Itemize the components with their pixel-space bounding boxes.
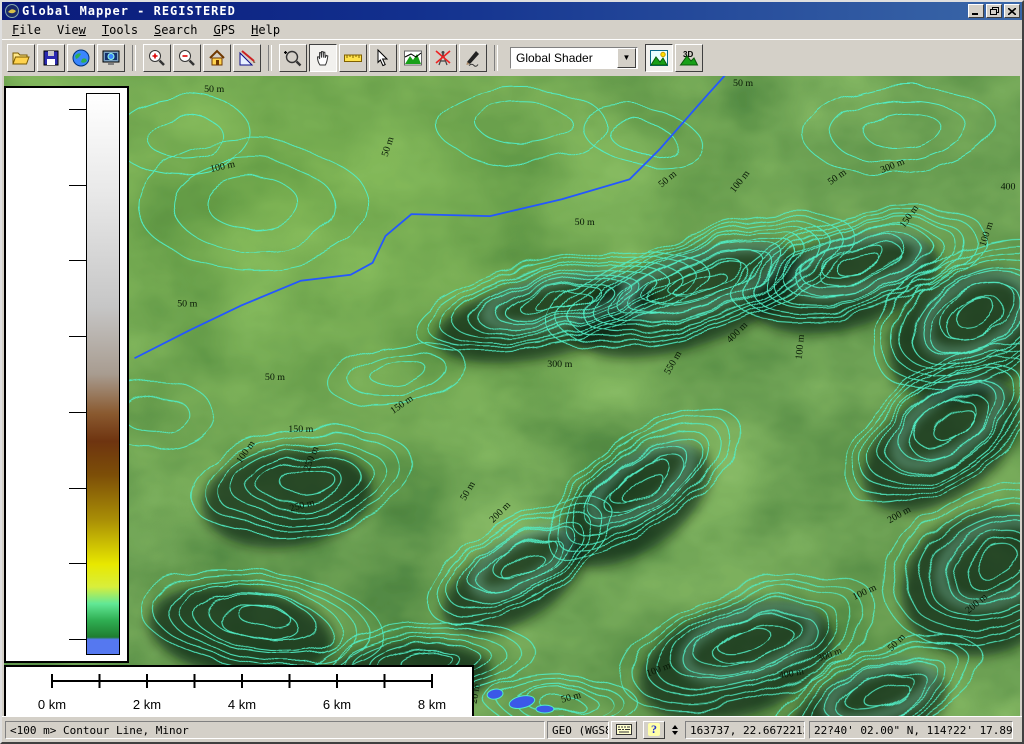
- title-bar: Global Mapper - REGISTERED: [2, 2, 1022, 20]
- contour-label: 50 m: [733, 78, 753, 89]
- open-file-button[interactable]: [7, 44, 35, 72]
- scale-bar: 0 km 2 km 4 km 6 km 8 km: [4, 665, 474, 716]
- shader-dropdown-value: Global Shader: [511, 51, 617, 65]
- feature-info-button[interactable]: [369, 44, 397, 72]
- help-icon: ?: [648, 723, 660, 736]
- magnifier-icon: [283, 48, 303, 68]
- download-online-data-button[interactable]: [67, 44, 95, 72]
- scale-bar-line: [52, 674, 432, 688]
- close-icon: [1008, 8, 1016, 15]
- display-overlays-button[interactable]: [97, 44, 125, 72]
- toolbar-separator: [268, 45, 272, 71]
- menu-bar: FileViewToolsSearchGPSHelp: [2, 20, 1022, 39]
- hand-icon: [313, 48, 333, 68]
- contour-label: 50 m: [575, 217, 595, 228]
- view-3d-button[interactable]: 3D: [675, 44, 703, 72]
- spin-up-icon[interactable]: [672, 722, 678, 729]
- latlon-field: 22?40' 02.00" N, 114?22' 17.89" E: [809, 721, 1013, 739]
- gps-antenna-icon: [433, 48, 453, 68]
- elevation-gradient-bar: [86, 93, 120, 655]
- ruler-icon: [343, 48, 363, 68]
- view-3d-icon: 3D: [679, 48, 699, 68]
- app-window: Global Mapper - REGISTERED FileViewTools…: [0, 0, 1024, 744]
- zoom-in-button[interactable]: [143, 44, 171, 72]
- contour-label: 100 m: [794, 334, 807, 360]
- map-viewport[interactable]: 50 m100 m50 m50 m50 m50 m100 m50 m300 m4…: [4, 76, 1020, 716]
- contour-label: 150 m: [288, 424, 313, 435]
- set-scale-button[interactable]: [233, 44, 261, 72]
- legend-tick-line: [69, 412, 86, 413]
- full-view-button[interactable]: [203, 44, 231, 72]
- zoom-out-icon: [177, 48, 197, 68]
- menu-item-search[interactable]: Search: [146, 21, 205, 39]
- legend-tick-line: [69, 488, 86, 489]
- restore-button[interactable]: [986, 4, 1002, 18]
- cursor-arrow-icon: [373, 48, 393, 68]
- scale-bar-label: 8 km: [418, 697, 446, 712]
- open-folder-icon: [11, 48, 31, 68]
- monitor-globe-icon: [101, 48, 121, 68]
- shader-dropdown[interactable]: Global Shader ▼: [510, 47, 638, 69]
- app-icon: [5, 4, 19, 18]
- restore-icon: [990, 7, 999, 15]
- contour-label: 50 m: [177, 299, 197, 310]
- window-title: Global Mapper - REGISTERED: [22, 4, 966, 18]
- terrain-profile-icon: [403, 48, 423, 68]
- menu-item-gps[interactable]: GPS: [205, 21, 243, 39]
- globe-icon: [71, 48, 91, 68]
- home-icon: [207, 48, 227, 68]
- picture-icon: [649, 48, 669, 68]
- help-button[interactable]: ?: [643, 721, 665, 739]
- toolbar: Global Shader ▼ 3D: [2, 39, 1022, 75]
- contour-label: 300 m: [547, 359, 572, 370]
- gps-tracking-button[interactable]: [429, 44, 457, 72]
- legend-tick-line: [69, 639, 86, 640]
- close-button[interactable]: [1004, 4, 1020, 18]
- floppy-disk-icon: [41, 48, 61, 68]
- contour-label: 50 m: [204, 84, 224, 95]
- ruler-pencil-icon: [237, 48, 257, 68]
- projection-field: GEO (WGS8: [547, 721, 609, 739]
- pan-tool-button[interactable]: [309, 44, 337, 72]
- toolbar-separator: [494, 45, 498, 71]
- minimize-icon: [972, 8, 980, 15]
- status-spinner[interactable]: [669, 721, 681, 739]
- menu-item-tools[interactable]: Tools: [94, 21, 146, 39]
- menu-item-help[interactable]: Help: [243, 21, 288, 39]
- coordinate-field: 163737, 22.66722137 ): [685, 721, 805, 739]
- legend-tick-line: [69, 185, 86, 186]
- image-display-options-button[interactable]: [645, 44, 673, 72]
- scale-bar-label: 0 km: [38, 697, 66, 712]
- path-profile-button[interactable]: [399, 44, 427, 72]
- legend-tick-line: [69, 563, 86, 564]
- dropdown-arrow-icon[interactable]: ▼: [617, 48, 636, 68]
- zoom-out-button[interactable]: [173, 44, 201, 72]
- elevation-legend: 7,000 m6,000 m5,000 m4,000 m3,000 m2,000…: [4, 86, 129, 663]
- spin-down-icon[interactable]: [672, 731, 678, 738]
- contour-label: 400: [1001, 181, 1016, 192]
- coordinate-entry-button[interactable]: [611, 721, 637, 739]
- menu-item-file[interactable]: File: [4, 21, 49, 39]
- scale-bar-label: 6 km: [323, 697, 351, 712]
- legend-tick-line: [69, 260, 86, 261]
- zoom-tool-button[interactable]: [279, 44, 307, 72]
- legend-tick-line: [69, 336, 86, 337]
- scale-bar-label: 4 km: [228, 697, 256, 712]
- zoom-in-icon: [147, 48, 167, 68]
- toolbar-separator: [132, 45, 136, 71]
- measure-tool-button[interactable]: [339, 44, 367, 72]
- scale-bar-label: 2 km: [133, 697, 161, 712]
- pen-icon: [463, 48, 483, 68]
- save-button[interactable]: [37, 44, 65, 72]
- minimize-button[interactable]: [968, 4, 984, 18]
- status-message: <100 m> Contour Line, Minor: [5, 721, 545, 739]
- keyboard-icon: [616, 724, 632, 735]
- map-canvas[interactable]: 50 m100 m50 m50 m50 m50 m100 m50 m300 m4…: [4, 76, 1020, 716]
- legend-tick-line: [69, 109, 86, 110]
- contour-label: 50 m: [265, 372, 285, 383]
- menu-item-view[interactable]: View: [49, 21, 94, 39]
- status-bar: <100 m> Contour Line, Minor GEO (WGS8 ? …: [2, 716, 1022, 742]
- digitizer-tool-button[interactable]: [459, 44, 487, 72]
